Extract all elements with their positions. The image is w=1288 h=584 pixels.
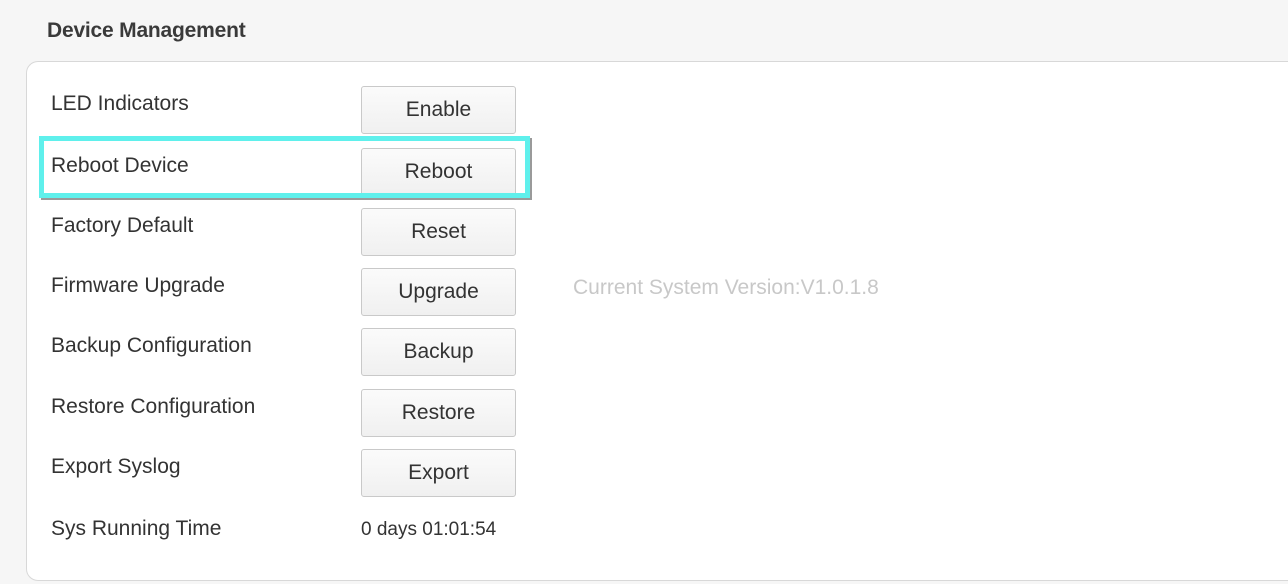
current-system-version: Current System Version:V1.0.1.8: [573, 276, 879, 299]
row-reboot-device: Reboot Device Reboot: [27, 144, 1027, 196]
device-management-panel: LED Indicators Enable Reboot Device Rebo…: [26, 61, 1288, 581]
firmware-upgrade-label: Firmware Upgrade: [51, 274, 225, 297]
restore-button[interactable]: Restore: [361, 389, 516, 437]
row-led-indicators: LED Indicators Enable: [27, 82, 1027, 134]
upgrade-button[interactable]: Upgrade: [361, 268, 516, 316]
reboot-button[interactable]: Reboot: [361, 148, 516, 196]
export-button[interactable]: Export: [361, 449, 516, 497]
section-title: Device Management: [47, 19, 246, 42]
device-management-page: Device Management LED Indicators Enable …: [0, 0, 1288, 584]
backup-button[interactable]: Backup: [361, 328, 516, 376]
export-syslog-label: Export Syslog: [51, 455, 181, 478]
row-export-syslog: Export Syslog Export: [27, 445, 1027, 497]
row-sys-running-time: Sys Running Time 0 days 01:01:54: [27, 507, 1027, 555]
factory-default-label: Factory Default: [51, 214, 194, 237]
sys-running-time-value: 0 days 01:01:54: [361, 519, 497, 540]
reset-button[interactable]: Reset: [361, 208, 516, 256]
led-indicators-label: LED Indicators: [51, 92, 189, 115]
row-restore-configuration: Restore Configuration Restore: [27, 385, 1027, 437]
row-firmware-upgrade: Firmware Upgrade Upgrade Current System …: [27, 264, 1027, 316]
row-factory-default: Factory Default Reset: [27, 204, 1027, 256]
restore-configuration-label: Restore Configuration: [51, 395, 256, 418]
row-backup-configuration: Backup Configuration Backup: [27, 324, 1027, 376]
reboot-device-label: Reboot Device: [51, 154, 189, 177]
backup-configuration-label: Backup Configuration: [51, 334, 252, 357]
enable-led-button[interactable]: Enable: [361, 86, 516, 134]
sys-running-time-label: Sys Running Time: [51, 517, 222, 540]
